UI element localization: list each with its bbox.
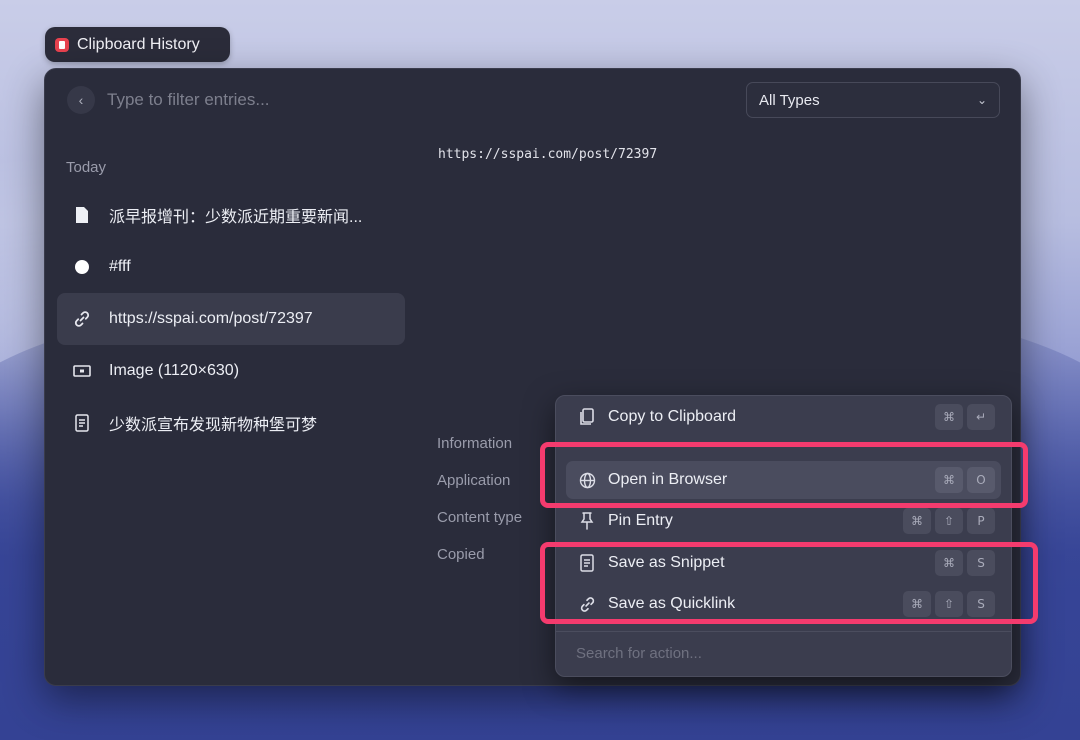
color-dot-icon	[71, 259, 93, 275]
preview-content: https://sspai.com/post/72397	[438, 147, 658, 162]
action-menu: Copy to Clipboard ⌘ ↵ Open in Browser ⌘ …	[555, 395, 1012, 677]
link-icon	[71, 310, 93, 328]
list-item[interactable]: https://sspai.com/post/72397	[57, 293, 405, 345]
text-file-icon	[71, 414, 93, 432]
shortcut-key: ↵	[967, 404, 995, 430]
shortcut-key: ⌘	[903, 508, 931, 534]
shortcut-key: ⇧	[935, 508, 963, 534]
shortcut-key: ⌘	[935, 404, 963, 430]
highlight-box-save-actions	[540, 542, 1038, 624]
clipboard-list: Today 派早报增刊：少数派近期重要新闻... #fff https://ss…	[57, 147, 405, 449]
metadata-labels: Information Application Content type Cop…	[437, 435, 522, 583]
pin-icon	[578, 512, 596, 530]
action-search-input[interactable]	[576, 639, 976, 667]
info-label-copied: Copied	[437, 546, 485, 563]
section-label-today: Today	[66, 159, 107, 176]
list-item-label: 派早报增刊：少数派近期重要新闻...	[109, 209, 363, 226]
info-label-content-type: Content type	[437, 509, 523, 526]
top-bar: ‹ All Types ⌄	[45, 69, 1020, 131]
list-item[interactable]: 少数派宣布发现新物种堡可梦	[57, 397, 405, 449]
menu-item-label: Copy to Clipboard	[608, 408, 737, 425]
menu-item-label: Pin Entry	[608, 512, 673, 529]
info-label-application: Application	[437, 472, 511, 489]
type-filter-dropdown[interactable]: All Types ⌄	[746, 82, 1000, 118]
app-title-tab: Clipboard History	[45, 27, 230, 62]
list-item-label: https://sspai.com/post/72397	[109, 310, 313, 327]
app-title: Clipboard History	[77, 35, 200, 53]
back-button[interactable]: ‹	[67, 86, 95, 114]
menu-item-copy-to-clipboard[interactable]: Copy to Clipboard ⌘ ↵	[566, 398, 1001, 436]
document-icon	[71, 206, 93, 224]
menu-divider	[556, 631, 1011, 632]
shortcut-key: P	[967, 508, 995, 534]
list-item-label: Image (1120×630)	[109, 362, 240, 379]
shortcut: ⌘ ↵	[935, 404, 995, 430]
shortcut: ⌘ ⇧ P	[903, 508, 995, 534]
info-label-information: Information	[437, 435, 513, 452]
clipboard-app-icon	[55, 37, 69, 52]
type-filter-value: All Types	[759, 91, 820, 109]
chevron-down-icon: ⌄	[976, 93, 987, 107]
list-item[interactable]: Image (1120×630)	[57, 345, 405, 397]
list-item-label: 少数派宣布发现新物种堡可梦	[109, 417, 318, 434]
highlight-box-open-in-browser	[540, 442, 1028, 508]
chevron-left-icon: ‹	[78, 92, 84, 108]
list-item-label: #fff	[109, 258, 131, 275]
list-item[interactable]: 派早报增刊：少数派近期重要新闻...	[57, 189, 405, 241]
clipboard-icon	[578, 408, 596, 426]
list-item[interactable]: #fff	[57, 241, 405, 293]
filter-input[interactable]	[107, 85, 507, 115]
image-icon	[71, 364, 93, 378]
